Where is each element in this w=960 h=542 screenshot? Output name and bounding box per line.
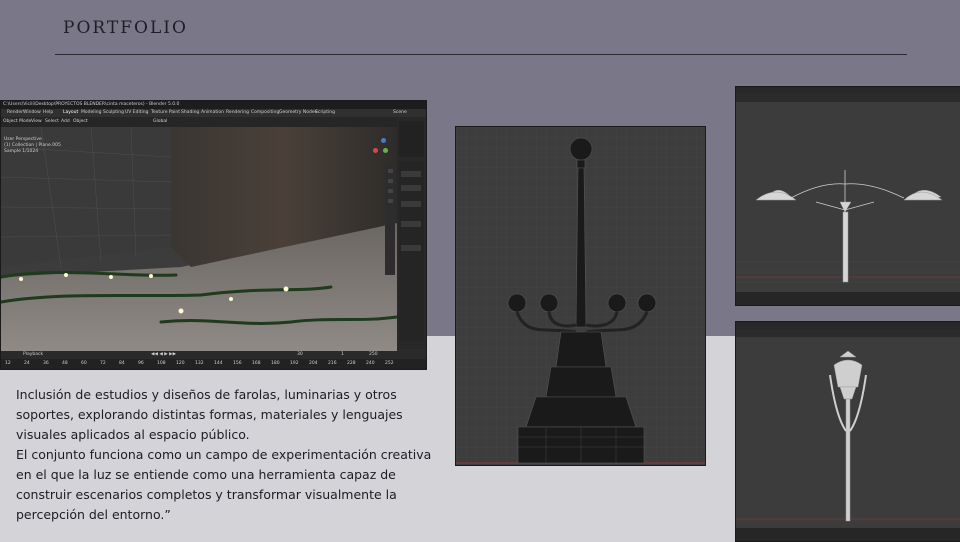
blender-screenshot-streetlight-top — [735, 86, 960, 306]
timeline-number: 120 — [176, 361, 185, 366]
bottom-header-bar — [736, 322, 960, 329]
gizmo-z-icon[interactable] — [381, 138, 386, 143]
timeline-number: 228 — [347, 361, 356, 366]
bottom-timeline — [736, 528, 960, 541]
properties-editor — [399, 161, 424, 341]
title-rule — [55, 54, 907, 55]
playback-controls[interactable]: ◀◀ ◀ ▶ ▶▶ — [151, 352, 176, 357]
start-frame[interactable]: 1 — [341, 352, 344, 357]
timeline-number: 168 — [252, 361, 261, 366]
top-toolbar — [736, 94, 960, 102]
menu-bar: Render Window Help Layout Modeling Sculp… — [1, 109, 426, 117]
top-header-bar — [736, 87, 960, 94]
timeline-number: 36 — [43, 361, 49, 366]
header-add[interactable]: Add — [61, 119, 70, 124]
streetlight-bottom-render — [736, 337, 960, 527]
viewport-info-sample: Sample 1/1024 — [4, 149, 39, 154]
outliner — [399, 121, 424, 157]
timeline-number: 156 — [233, 361, 242, 366]
timeline-number: 60 — [81, 361, 87, 366]
background-area — [1, 127, 171, 267]
timeline-ruler[interactable]: 12 24 36 48 60 72 84 96 108 120 132 144 156 168 180 192… — [1, 359, 426, 369]
menu-render[interactable]: Render — [7, 110, 23, 115]
tab-modeling[interactable]: Modeling — [81, 110, 101, 115]
tab-animation[interactable]: Animation — [201, 110, 224, 115]
window-title-bar: C:\Users\Vicili\Desktop\PROYECTOS BLENDE… — [1, 101, 426, 109]
timeline-number: 24 — [24, 361, 30, 366]
header-view[interactable]: View — [31, 119, 42, 124]
page-title: PORTFOLIO — [63, 18, 188, 38]
header-select[interactable]: Select — [45, 119, 59, 124]
timeline-number: 12 — [5, 361, 11, 366]
timeline-number: 132 — [195, 361, 204, 366]
tab-scripting[interactable]: Scripting — [315, 110, 335, 115]
tab-texture-paint[interactable]: Texture Paint — [151, 110, 180, 115]
window-title: C:\Users\Vicili\Desktop\PROYECTOS BLENDE… — [3, 102, 180, 107]
lamppost-wireframe-view — [455, 126, 706, 466]
mode-dropdown[interactable]: Object Mode — [3, 119, 31, 124]
bottom-toolbar — [736, 329, 960, 337]
timeline-number: 192 — [290, 361, 299, 366]
timeline-number: 48 — [62, 361, 68, 366]
timeline-number: 252 — [385, 361, 394, 366]
viewport-info-collection: (1) Collection | Plane.005 — [4, 143, 61, 148]
tab-compositing[interactable]: Compositing — [251, 110, 279, 115]
tab-sculpting[interactable]: Sculpting — [103, 110, 124, 115]
timeline-number: 96 — [138, 361, 144, 366]
streetlight-top-render — [736, 102, 960, 292]
end-frame[interactable]: 250 — [369, 352, 378, 357]
description: Inclusión de estudios y diseños de farol… — [16, 385, 434, 525]
transform-orientation[interactable]: Global — [153, 119, 167, 124]
menu-window[interactable]: Window — [23, 110, 41, 115]
viewport-render[interactable] — [1, 127, 397, 351]
tab-layout[interactable]: Layout — [63, 110, 78, 115]
viewport-header: Object Mode View Select Add Object Globa… — [1, 117, 426, 141]
timeline-number: 180 — [271, 361, 280, 366]
tab-uv-editing[interactable]: UV Editing — [125, 110, 148, 115]
timeline-number: 216 — [328, 361, 337, 366]
description-paragraph-1: Inclusión de estudios y diseños de farol… — [16, 387, 403, 442]
playback-menu[interactable]: Playback — [23, 352, 43, 357]
tab-rendering[interactable]: Rendering — [226, 110, 249, 115]
timeline-number: 108 — [157, 361, 166, 366]
tab-geometry-nodes[interactable]: Geometry Nodes — [279, 110, 317, 115]
wireframe-render — [456, 127, 705, 465]
blender-screenshot-streetlight-bottom — [735, 321, 960, 542]
timeline-number: 72 — [100, 361, 106, 366]
timeline-number: 144 — [214, 361, 223, 366]
current-frame[interactable]: 30 — [297, 352, 303, 357]
top-timeline — [736, 292, 960, 305]
menu-help[interactable]: Help — [43, 110, 53, 115]
pan-icon[interactable] — [388, 179, 393, 183]
scene-label[interactable]: Scene — [393, 110, 407, 115]
description-paragraph-2: El conjunto funciona como un campo de ex… — [16, 447, 432, 522]
timeline-number: 204 — [309, 361, 318, 366]
gizmo-y-icon[interactable] — [383, 148, 388, 153]
properties-panel — [397, 117, 426, 349]
timeline-header: Playback ◀◀ ◀ ▶ ▶▶ 30 1 250 — [1, 351, 426, 359]
gizmo-x-icon[interactable] — [373, 148, 378, 153]
header-object[interactable]: Object — [73, 119, 88, 124]
viewport-toolbar — [385, 165, 395, 275]
viewport-info-perspective: User Perspective — [4, 137, 42, 142]
grid-icon[interactable] — [388, 199, 393, 203]
zoom-icon[interactable] — [388, 169, 393, 173]
timeline-number: 240 — [366, 361, 375, 366]
tab-shading[interactable]: Shading — [181, 110, 199, 115]
camera-icon[interactable] — [388, 189, 393, 193]
timeline-number: 84 — [119, 361, 125, 366]
blender-screenshot-main: C:\Users\Vicili\Desktop\PROYECTOS BLENDE… — [0, 100, 427, 370]
